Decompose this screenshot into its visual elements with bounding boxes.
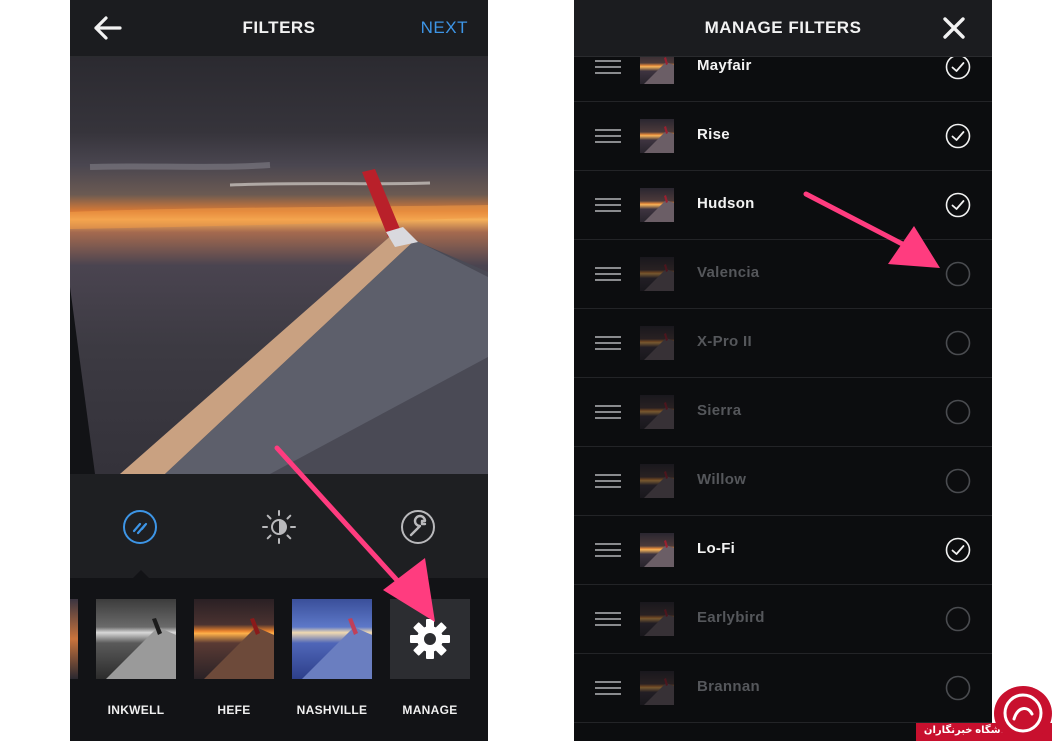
empty-circle-icon[interactable] (945, 606, 971, 632)
active-tab-pointer (133, 570, 149, 578)
filter-name: Brannan (697, 678, 760, 695)
drag-handle-icon[interactable] (595, 60, 621, 74)
filter-name: Sierra (697, 402, 742, 419)
filter-label-nashville: NASHVILLE (296, 703, 368, 717)
filter-row[interactable]: X-Pro II (574, 308, 992, 378)
next-button[interactable]: NEXT (421, 18, 468, 38)
filter-thumbnail (640, 671, 674, 705)
page-title: MANAGE FILTERS (704, 18, 862, 37)
drag-handle-icon[interactable] (595, 681, 621, 695)
photo-preview (70, 57, 488, 474)
drag-handle-icon[interactable] (595, 336, 621, 350)
empty-circle-icon[interactable] (945, 399, 971, 425)
filter-thumbnail (640, 533, 674, 567)
filter-thumbnail (640, 464, 674, 498)
filter-row[interactable]: Lo-Fi (574, 515, 992, 585)
filter-row[interactable]: Willow (574, 446, 992, 516)
filter-inkwell[interactable]: INKWELL (96, 599, 176, 717)
filter-thumb-partial[interactable] (70, 599, 78, 679)
filter-name: Rise (697, 126, 730, 143)
watermark-logo (994, 686, 1052, 741)
filter-row[interactable]: Rise (574, 101, 992, 171)
filter-row[interactable]: Brannan (574, 653, 992, 723)
filter-thumbnail (640, 602, 674, 636)
manage-header: MANAGE FILTERS (574, 0, 992, 57)
empty-circle-icon[interactable] (945, 330, 971, 356)
filter-name: Lo-Fi (697, 540, 736, 557)
filter-thumbnail (640, 257, 674, 291)
filter-thumbnail (640, 326, 674, 360)
annotation-arrow-right (803, 191, 940, 268)
filter-thumbnail (640, 188, 674, 222)
drag-handle-icon[interactable] (595, 474, 621, 488)
drag-handle-icon[interactable] (595, 405, 621, 419)
filter-label-manage: MANAGE (402, 703, 458, 717)
filter-row[interactable]: Sierra (574, 377, 992, 447)
filter-name: Mayfair (697, 57, 752, 74)
annotation-arrow-left (274, 445, 435, 622)
filter-row[interactable]: Earlybird (574, 584, 992, 654)
filter-thumb-hefe (194, 599, 274, 679)
drag-handle-icon[interactable] (595, 267, 621, 281)
manage-filters-screen: MANAGE FILTERS Mayfair Rise Hudson Valencia… (574, 0, 992, 741)
drag-handle-icon[interactable] (595, 543, 621, 557)
filter-hefe[interactable]: HEFE (194, 599, 274, 717)
filter-thumbnail (640, 395, 674, 429)
filter-name: Earlybird (697, 609, 765, 626)
airplane-wing-photo (70, 162, 488, 474)
filter-label-hefe: HEFE (217, 703, 251, 717)
empty-circle-icon[interactable] (945, 468, 971, 494)
filter-name: Valencia (697, 264, 760, 281)
filters-header: FILTERS NEXT (70, 0, 488, 57)
filter-thumbnail (640, 119, 674, 153)
checkmark-circle-icon[interactable] (945, 123, 971, 149)
filter-name: Hudson (697, 195, 755, 212)
filter-name: Willow (697, 471, 747, 488)
filters-screen: FILTERS NEXT INKWELL HEFE NASHVILLE MANA… (70, 0, 488, 741)
drag-handle-icon[interactable] (595, 198, 621, 212)
watermark-logo-icon (1003, 693, 1043, 733)
drag-handle-icon[interactable] (595, 129, 621, 143)
drag-handle-icon[interactable] (595, 612, 621, 626)
filter-label-inkwell: INKWELL (107, 703, 165, 717)
filter-tab-icon[interactable] (121, 508, 159, 546)
empty-circle-icon[interactable] (945, 675, 971, 701)
filter-name: X-Pro II (697, 333, 752, 350)
close-icon[interactable] (942, 16, 966, 40)
checkmark-circle-icon[interactable] (945, 54, 971, 80)
filter-thumb-inkwell (96, 599, 176, 679)
checkmark-circle-icon[interactable] (945, 537, 971, 563)
